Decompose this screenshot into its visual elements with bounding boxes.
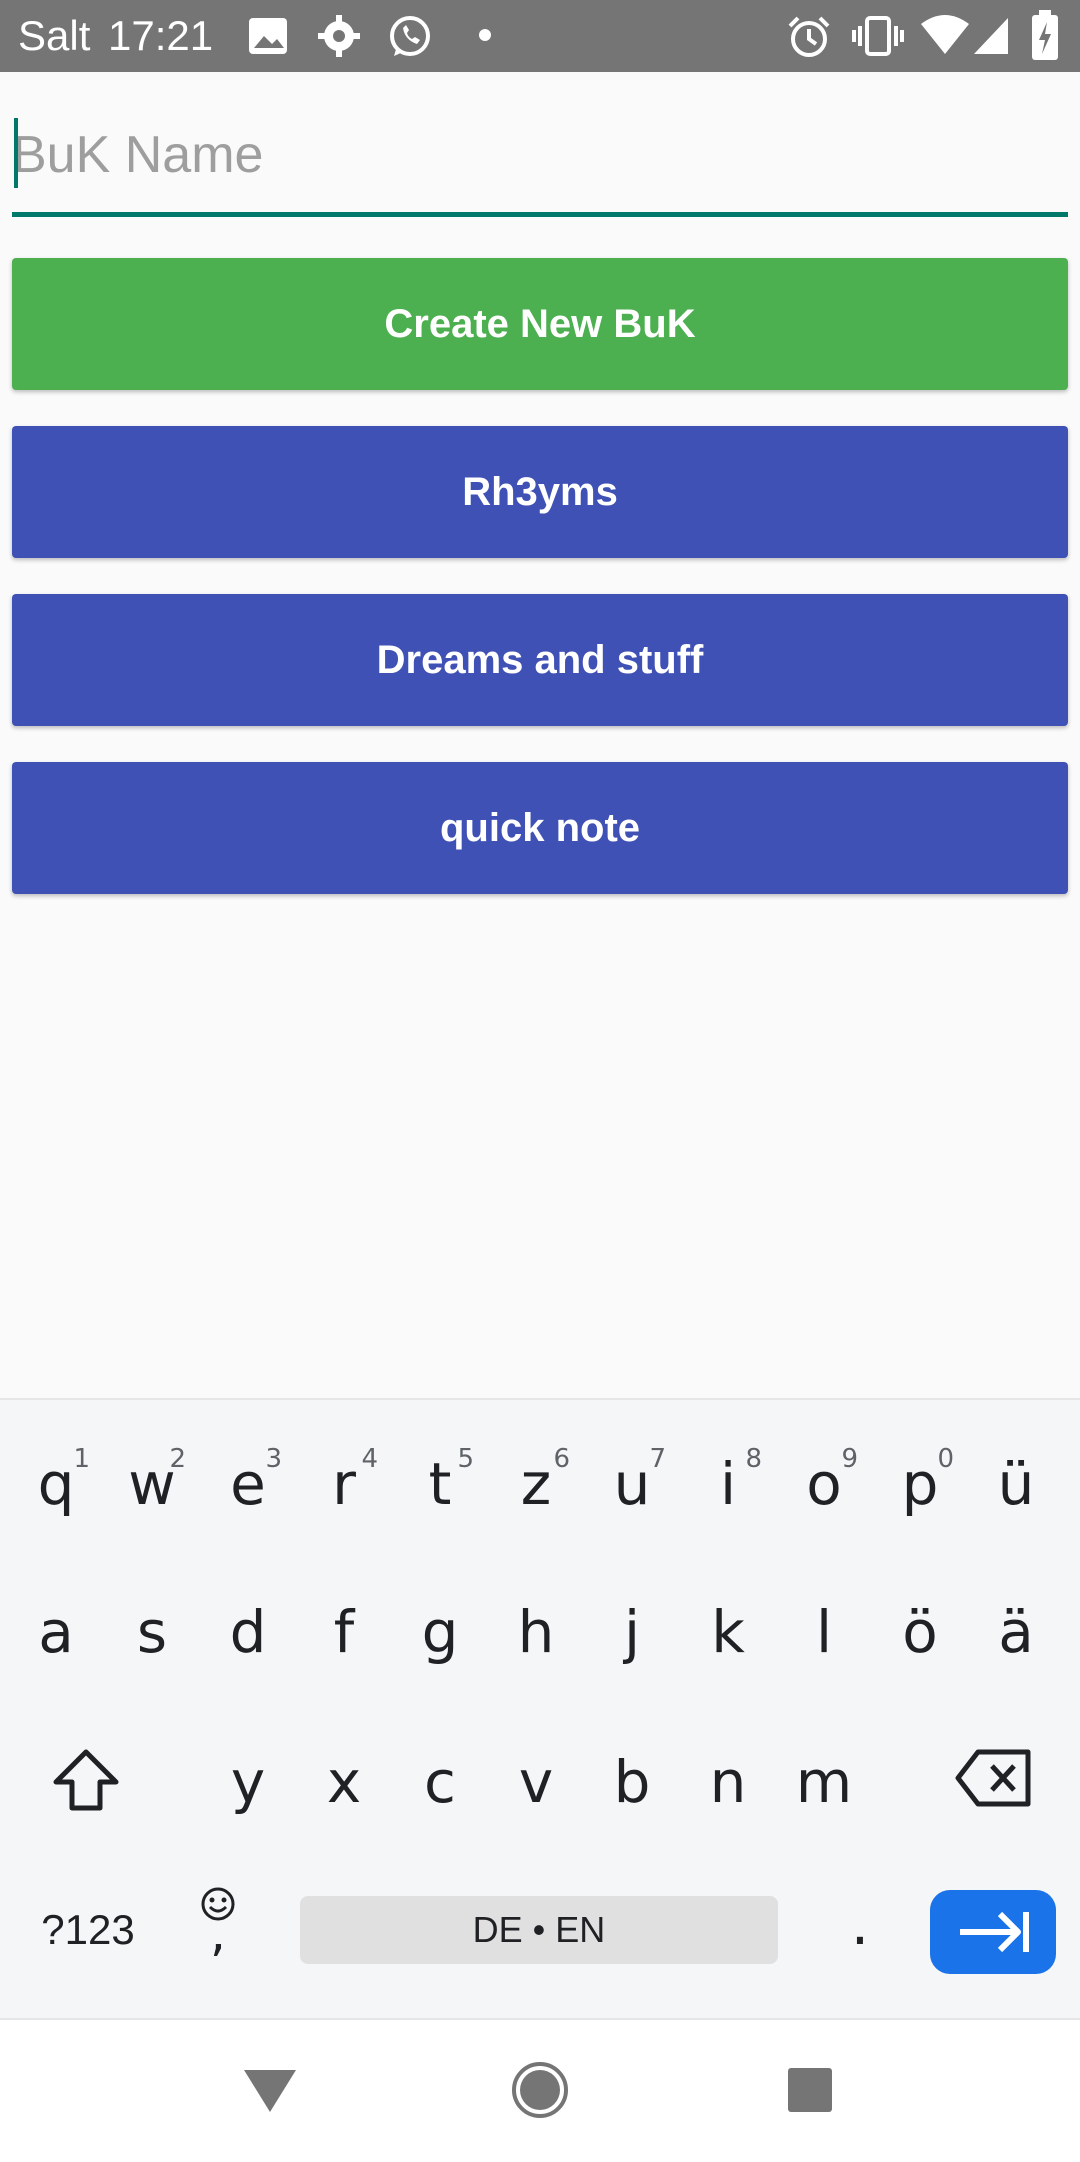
input-underline bbox=[12, 212, 1068, 217]
tab-next-icon bbox=[960, 1911, 1029, 1953]
key-f[interactable]: f bbox=[296, 1598, 392, 1666]
buk-button-rh3yms[interactable]: Rh3yms bbox=[12, 426, 1068, 558]
buk-button-label: Dreams and stuff bbox=[376, 637, 704, 682]
create-new-buk-label: Create New BuK bbox=[384, 301, 696, 346]
key-q[interactable]: q1 bbox=[8, 1444, 104, 1518]
key-r[interactable]: r4 bbox=[296, 1444, 392, 1518]
key-d[interactable]: d bbox=[200, 1598, 296, 1666]
emoji-comma-key[interactable]: , bbox=[178, 1886, 258, 1962]
key-g[interactable]: g bbox=[392, 1598, 488, 1666]
buk-button-label: Rh3yms bbox=[462, 469, 618, 514]
comma-label: , bbox=[210, 1904, 226, 1962]
key-l[interactable]: l bbox=[776, 1598, 872, 1666]
buk-name-input[interactable] bbox=[12, 100, 1068, 210]
image-icon bbox=[246, 14, 292, 58]
key-t[interactable]: t5 bbox=[392, 1444, 488, 1518]
signal-icon bbox=[972, 14, 1012, 58]
navigation-bar bbox=[0, 2018, 1080, 2162]
shift-icon bbox=[53, 1749, 119, 1811]
settings-gear-icon bbox=[316, 14, 362, 58]
battery-charging-icon bbox=[1030, 10, 1060, 60]
vibrate-icon bbox=[850, 14, 906, 58]
space-language-label: DE • EN bbox=[472, 1909, 606, 1950]
key-v[interactable]: v bbox=[488, 1748, 584, 1816]
key-p[interactable]: p0 bbox=[872, 1444, 968, 1518]
backspace-key[interactable] bbox=[944, 1748, 1044, 1822]
key-u[interactable]: u7 bbox=[584, 1444, 680, 1518]
key-e[interactable]: e3 bbox=[200, 1444, 296, 1518]
status-bar: Salt 17:21 bbox=[0, 0, 1080, 72]
key-a[interactable]: a bbox=[8, 1598, 104, 1666]
key-b[interactable]: b bbox=[584, 1748, 680, 1816]
buk-button-label: quick note bbox=[439, 805, 641, 850]
buk-button-quick-note[interactable]: quick note bbox=[12, 762, 1068, 894]
next-enter-key[interactable] bbox=[930, 1890, 1056, 1974]
status-time: 17:21 bbox=[108, 12, 214, 59]
text-caret bbox=[14, 118, 18, 188]
home-icon[interactable] bbox=[510, 2060, 570, 2120]
buk-button-dreams-and-stuff[interactable]: Dreams and stuff bbox=[12, 594, 1068, 726]
key-m[interactable]: m bbox=[776, 1748, 872, 1816]
period-key[interactable]: . bbox=[820, 1890, 900, 1958]
key-s[interactable]: s bbox=[104, 1598, 200, 1666]
soft-keyboard: q1 w2 e3 r4 t5 z6 u7 i8 o9 p0 ü a s d f … bbox=[0, 1398, 1080, 2020]
key-o-umlaut[interactable]: ö bbox=[872, 1598, 968, 1666]
key-n[interactable]: n bbox=[680, 1748, 776, 1816]
key-k[interactable]: k bbox=[680, 1598, 776, 1666]
key-i[interactable]: i8 bbox=[680, 1444, 776, 1518]
key-w[interactable]: w2 bbox=[104, 1444, 200, 1518]
alarm-icon bbox=[786, 14, 832, 58]
key-x[interactable]: x bbox=[296, 1748, 392, 1816]
carrier-name: Salt bbox=[18, 12, 91, 59]
back-icon[interactable] bbox=[240, 2066, 300, 2116]
key-y[interactable]: y bbox=[200, 1748, 296, 1816]
whatsapp-icon bbox=[386, 14, 434, 58]
dot-icon bbox=[478, 28, 492, 72]
create-new-buk-button[interactable]: Create New BuK bbox=[12, 258, 1068, 390]
recents-icon[interactable] bbox=[786, 2066, 834, 2114]
key-o[interactable]: o9 bbox=[776, 1444, 872, 1518]
key-a-umlaut[interactable]: ä bbox=[968, 1598, 1064, 1666]
wifi-icon bbox=[920, 14, 970, 58]
shift-key[interactable] bbox=[36, 1748, 136, 1826]
buk-name-field[interactable] bbox=[12, 100, 1068, 218]
symbols-key[interactable]: ?123 bbox=[20, 1906, 156, 1954]
space-bar[interactable]: DE • EN bbox=[300, 1896, 778, 1964]
key-z[interactable]: z6 bbox=[488, 1444, 584, 1518]
key-c[interactable]: c bbox=[392, 1748, 488, 1816]
backspace-icon bbox=[955, 1749, 1031, 1807]
key-h[interactable]: h bbox=[488, 1598, 584, 1666]
key-j[interactable]: j bbox=[584, 1598, 680, 1666]
key-u-umlaut[interactable]: ü bbox=[968, 1450, 1064, 1518]
